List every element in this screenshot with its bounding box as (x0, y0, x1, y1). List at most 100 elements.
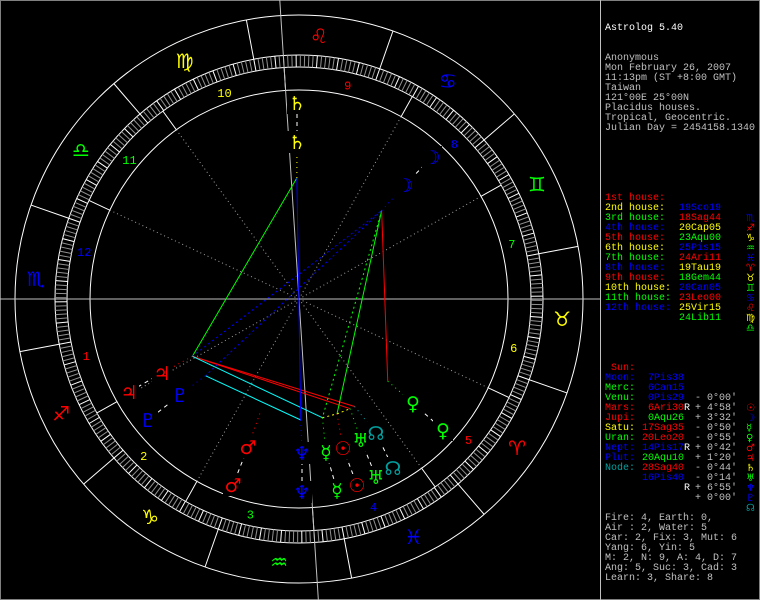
degree-tick (236, 62, 241, 75)
degree-tick (413, 500, 421, 512)
degree-tick (511, 390, 524, 397)
planet-row: Merc: 0Pis29 R + 3°32' ☿ (605, 374, 757, 434)
degree-tick (232, 63, 237, 76)
degree-tick (60, 246, 73, 250)
degree-tick (65, 225, 78, 231)
degree-tick (386, 73, 393, 85)
planet-glyph-icon: ☊ (368, 423, 385, 445)
planet-glyph-icon: ♃ (153, 363, 170, 385)
house-number: 3 (247, 509, 254, 523)
degree-tick (205, 513, 212, 525)
sign-boundary (19, 343, 60, 353)
degree-tick (372, 518, 378, 531)
panel-divider (600, 0, 601, 600)
zodiac-sign-icon: ♎ (72, 138, 90, 162)
degree-tick (80, 190, 92, 197)
degree-tick (529, 274, 542, 277)
degree-tick (382, 71, 389, 84)
degree-tick (209, 514, 216, 527)
degree-tick (353, 524, 358, 537)
degree-tick (86, 179, 97, 186)
degree-tick (506, 401, 518, 408)
degree-tick (67, 221, 79, 227)
degree-tick (384, 514, 390, 526)
degree-tick (332, 57, 335, 70)
degree-tick (375, 68, 381, 81)
degree-tick (525, 348, 538, 352)
degree-tick (379, 70, 385, 82)
degree-tick (83, 182, 96, 190)
degree-tick (56, 267, 69, 270)
degree-tick (517, 375, 530, 381)
house-cusp-marker (185, 481, 198, 502)
house-row: 8th house: 18Gem44 ♊ (605, 254, 757, 294)
degree-tick (234, 522, 239, 535)
degree-tick (518, 220, 531, 226)
house-number: 10 (217, 87, 231, 101)
planet-glyph-icon: ☽ (423, 147, 440, 169)
degree-tick (527, 340, 540, 344)
degree-tick (59, 341, 72, 345)
degree-tick (265, 57, 269, 70)
degree-tick (530, 311, 543, 314)
degree-tick (59, 345, 72, 349)
degree-tick (365, 521, 370, 533)
house-cusp-line (298, 116, 402, 300)
degree-tick (506, 188, 518, 196)
house-cusp-marker (88, 199, 111, 211)
degree-tick (78, 399, 91, 406)
degree-tick (526, 344, 539, 348)
degree-tick (56, 321, 69, 324)
degree-tick (56, 325, 69, 328)
degree-tick (66, 368, 79, 374)
house-row: 2nd house: 18Sag44 ♐ (605, 194, 757, 234)
degree-tick (275, 529, 278, 542)
degree-tick (409, 502, 417, 514)
house-cusp-marker (487, 387, 510, 399)
degree-tick (221, 519, 227, 531)
degree-tick (188, 80, 196, 92)
degree-tick (257, 58, 261, 71)
degree-tick (217, 517, 223, 530)
degree-tick (57, 333, 70, 337)
house-cusp-marker (96, 401, 118, 414)
degree-tick (81, 186, 94, 193)
degree-tick (267, 529, 270, 542)
degree-tick (321, 529, 324, 542)
summary-line: Learn: 3, Share: 8 (605, 573, 714, 584)
degree-tick (284, 530, 287, 543)
degree-tick (84, 409, 96, 417)
house-row: 4th house: 23Aqu00 ♒ (605, 214, 757, 254)
aspect-line (322, 413, 338, 419)
degree-tick (522, 359, 535, 364)
house-cusp-line (298, 195, 482, 300)
house-cusp-marker (162, 110, 177, 131)
planet-position: 16Pis40 (642, 473, 685, 484)
degree-tick (344, 59, 348, 72)
degree-tick (63, 361, 76, 366)
zodiac-sign-icon: ♐ (52, 401, 70, 425)
zodiac-sign-icon: ♓ (404, 525, 422, 549)
degree-tick (359, 63, 364, 76)
degree-tick (62, 357, 75, 362)
degree-tick (186, 504, 193, 517)
house-row: 11th house: 25Vir15 ♍ (605, 284, 757, 324)
degree-tick (340, 58, 344, 71)
planet-row: Node: 16Pis40 R + 0°00' ☊ (605, 454, 757, 514)
sign-boundary (83, 457, 115, 485)
degree-tick (71, 209, 84, 216)
degree-tick (519, 371, 531, 377)
house-cusp-position: 24Lib11 (679, 313, 722, 324)
planet-row: Moon: 6Can15 + 4°58' ☽ (605, 364, 757, 424)
house-number: 6 (510, 342, 517, 356)
house-number: 7 (508, 238, 515, 252)
degree-tick (333, 528, 337, 541)
planet-glyph-icon: ☉ (348, 475, 365, 497)
degree-tick (196, 77, 203, 89)
degree-tick (65, 365, 77, 370)
degree-tick (324, 56, 327, 69)
degree-tick (513, 386, 525, 393)
degree-tick (240, 61, 245, 74)
sign-boundary (204, 529, 219, 568)
degree-tick (519, 224, 532, 230)
